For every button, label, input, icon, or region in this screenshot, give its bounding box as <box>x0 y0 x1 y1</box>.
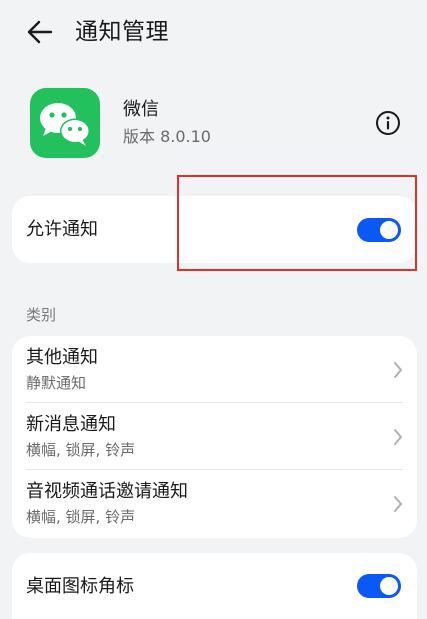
badge-card: 桌面图标角标 <box>12 553 417 619</box>
category-title: 音视频通话邀请通知 <box>26 481 188 502</box>
category-subtitle: 横幅, 锁屏, 铃声 <box>26 508 136 526</box>
category-subtitle: 横幅, 锁屏, 铃声 <box>26 441 136 459</box>
chevron-right-icon <box>391 427 405 447</box>
header: 通知管理 <box>0 0 427 66</box>
category-subtitle: 静默通知 <box>26 374 87 392</box>
app-version: 版本 8.0.10 <box>123 127 211 146</box>
app-info: 微信 版本 8.0.10 <box>0 86 427 162</box>
wechat-app-icon <box>30 88 100 158</box>
category-row-new-message[interactable]: 新消息通知 横幅, 锁屏, 铃声 <box>12 403 417 470</box>
info-circle-icon[interactable] <box>375 110 401 136</box>
category-title: 其他通知 <box>26 347 98 368</box>
categories-section-label: 类别 <box>26 306 57 324</box>
chevron-right-icon <box>391 494 405 514</box>
toggle-knob <box>380 577 398 595</box>
chevron-right-icon <box>391 360 405 380</box>
app-name: 微信 <box>123 99 159 120</box>
highlight-box <box>177 175 417 271</box>
badge-toggle[interactable] <box>357 574 401 598</box>
category-row-call-invite[interactable]: 音视频通话邀请通知 横幅, 锁屏, 铃声 <box>12 470 417 537</box>
category-title: 新消息通知 <box>26 414 116 435</box>
badge-label: 桌面图标角标 <box>26 576 134 597</box>
categories-card: 其他通知 静默通知 新消息通知 横幅, 锁屏, 铃声 音视频通话邀请通知 横幅,… <box>12 336 417 538</box>
page-title: 通知管理 <box>75 19 169 45</box>
arrow-left-icon[interactable] <box>26 18 54 46</box>
category-row-other[interactable]: 其他通知 静默通知 <box>12 336 417 403</box>
allow-notifications-label: 允许通知 <box>26 219 98 240</box>
